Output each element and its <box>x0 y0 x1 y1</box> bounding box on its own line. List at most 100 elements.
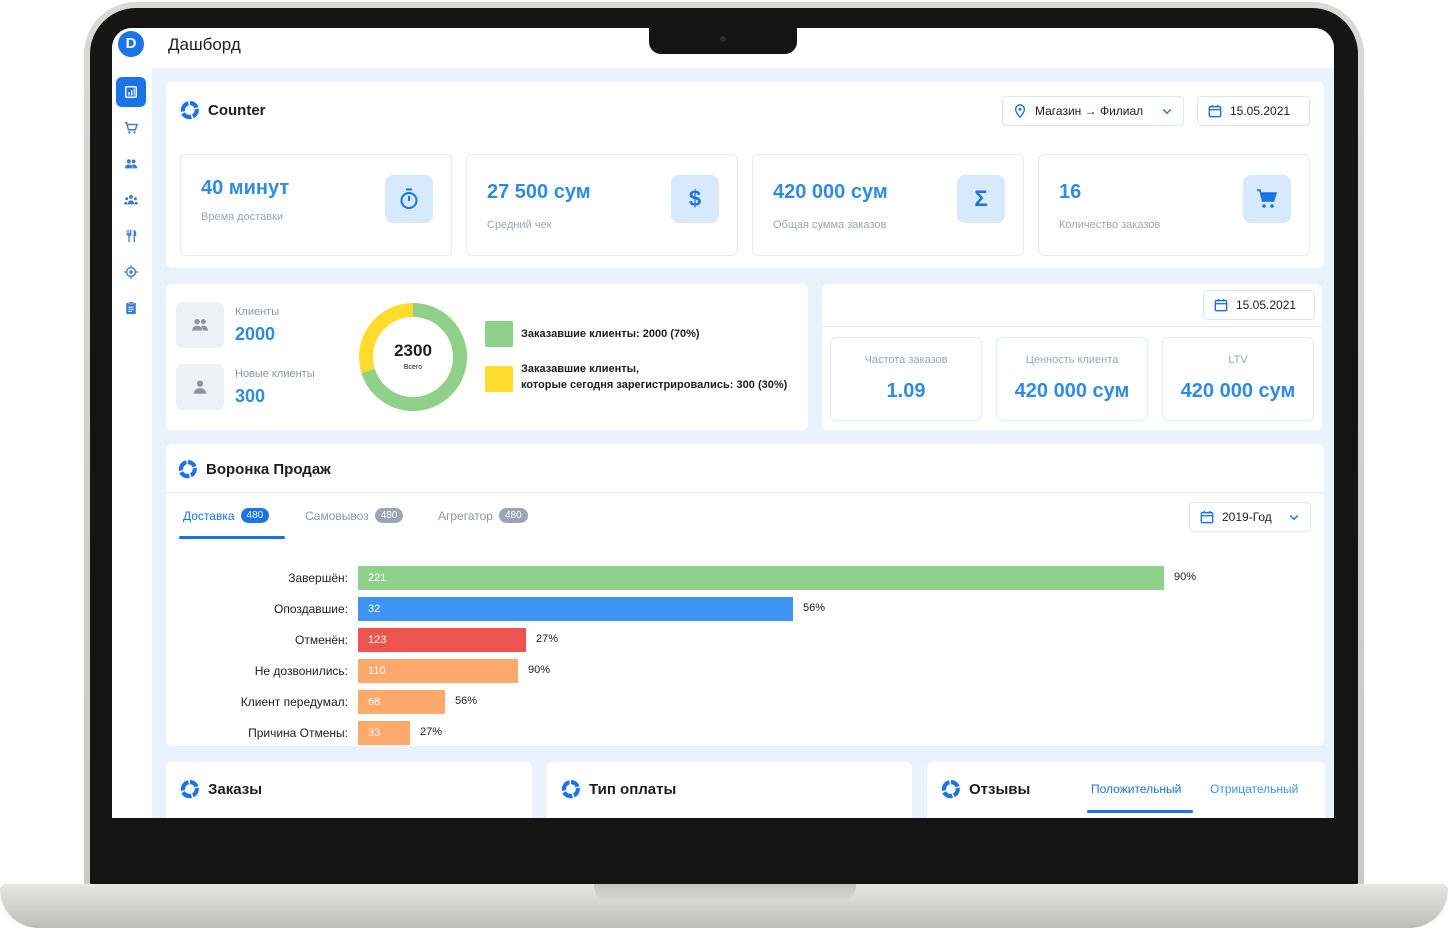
camera-notch <box>649 28 797 54</box>
orders-title: Заказы <box>180 779 262 799</box>
funnel-bar[interactable]: 68 <box>358 690 445 714</box>
sidebar-item-menu[interactable] <box>116 221 146 251</box>
clients-label: Клиенты <box>235 306 280 318</box>
legend-new-text-line1: Заказавшие клиенты, <box>521 363 640 375</box>
chevron-down-icon <box>1162 108 1172 115</box>
funnel-category-label: Не дозвонились: <box>254 664 348 678</box>
reviews-title-text: Отзывы <box>969 780 1031 798</box>
app-logo[interactable]: D <box>118 31 144 57</box>
payment-title: Тип оплаты <box>561 779 676 799</box>
laptop-base-groove <box>594 884 856 902</box>
stat-value: 27 500 сум <box>487 181 591 203</box>
clients-value: 2000 <box>235 324 276 344</box>
map-pin-icon <box>1014 104 1026 118</box>
metrics-card: 15.05.2021 Частота заказов 1.09 Ценность… <box>822 284 1322 430</box>
sidebar-item-staff[interactable] <box>116 185 146 215</box>
payment-type-card: Тип оплаты <box>547 762 912 818</box>
sidebar-item-reports[interactable] <box>116 293 146 323</box>
stat-label: Общая сумма заказов <box>773 219 887 231</box>
funnel-bar[interactable]: 221 <box>358 566 1164 590</box>
metrics-date-value: 15.05.2021 <box>1236 298 1297 312</box>
screen: D Дашборд Counter Магазин → Филиал 15.05… <box>112 28 1334 818</box>
funnel-percent-label: 90% <box>528 664 551 676</box>
metric-client-value: Ценность клиента 420 000 сум <box>996 337 1148 421</box>
funnel-bar-chart: Завершён: 221 90% Опоздавшие: 32 56% Отменён: 1… <box>166 444 1324 746</box>
reviews-title: Отзывы <box>941 779 1030 799</box>
payment-title-text: Тип оплаты <box>589 780 677 798</box>
clipboard-icon <box>126 301 136 315</box>
camera-icon <box>720 36 726 42</box>
reviews-card: Отзывы Положительный Отрицательный <box>927 762 1325 818</box>
counter-title: Counter <box>180 100 266 120</box>
tab-negative[interactable]: Отрицательный <box>1210 782 1298 796</box>
funnel-bar[interactable]: 123 <box>358 628 526 652</box>
clients-card: Клиенты 2000 Новые клиенты 300 2300 Всег… <box>166 284 808 430</box>
funnel-percent-label: 90% <box>1174 571 1197 583</box>
metric-label: Ценность клиента <box>1025 354 1119 366</box>
metric-label: LTV <box>1228 354 1248 366</box>
funnel-percent-label: 56% <box>803 602 826 614</box>
metric-order-frequency: Частота заказов 1.09 <box>830 337 982 421</box>
cart-icon <box>124 122 138 134</box>
stat-label: Средний чек <box>487 219 552 231</box>
sidebar-item-clients[interactable] <box>116 149 146 179</box>
funnel-category-label: Отменён: <box>294 633 348 647</box>
stat-value: 420 000 сум <box>773 181 888 203</box>
sidebar <box>112 68 152 818</box>
stopwatch-icon <box>385 175 433 223</box>
legend-new-text-line2: которые сегодня зарегистрировались: 300 … <box>521 379 788 391</box>
donut-caption: Всего <box>404 364 422 371</box>
funnel-percent-label: 27% <box>420 726 443 738</box>
metrics-divider <box>822 326 1322 327</box>
sidebar-item-dashboard[interactable] <box>116 77 146 107</box>
legend-swatch-ordered <box>485 321 513 347</box>
group-icon <box>124 195 138 205</box>
sales-funnel-card: Воронка Продаж Доставка 480 Самовывоз 48… <box>166 444 1324 746</box>
funnel-bar[interactable]: 32 <box>358 597 793 621</box>
orders-card: Заказы <box>166 762 532 818</box>
stat-delivery-time: 40 минут Время доставки <box>180 154 452 256</box>
stat-label: Количество заказов <box>1059 219 1161 231</box>
sidebar-item-orders[interactable] <box>116 113 146 143</box>
location-target-icon <box>124 265 138 279</box>
counter-date-value: 15.05.2021 <box>1230 104 1291 118</box>
metric-value: 1.09 <box>886 380 926 402</box>
funnel-bar[interactable]: 33 <box>358 721 410 745</box>
metric-value: 420 000 сум <box>1180 380 1296 402</box>
stat-orders-count: 16 Количество заказов <box>1038 154 1310 256</box>
reviews-active-tab-indicator <box>1087 810 1193 813</box>
funnel-category-label: Клиент передумал: <box>240 695 348 709</box>
metric-value: 420 000 сум <box>1014 380 1130 402</box>
metrics-date-picker[interactable]: 15.05.2021 <box>1203 290 1315 320</box>
stat-average-check: 27 500 сум Средний чек $ <box>466 154 738 256</box>
clients-donut-chart: 2300 Всего <box>359 303 467 411</box>
sigma-icon: Σ <box>957 175 1005 223</box>
donut-total: 2300 <box>394 341 432 360</box>
stat-value: 40 минут <box>201 177 290 199</box>
counter-card: Counter Магазин → Филиал 15.05.2021 40 м… <box>166 82 1324 268</box>
location-filter-dropdown[interactable]: Магазин → Филиал <box>1002 96 1184 126</box>
funnel-percent-label: 27% <box>536 633 559 645</box>
dollar-icon: $ <box>671 175 719 223</box>
new-clients-value: 300 <box>235 386 266 406</box>
legend-swatch-new <box>485 366 513 392</box>
page-title: Дашборд <box>168 35 241 54</box>
brand-logo-icon <box>941 780 960 799</box>
brand-logo-icon <box>180 100 199 120</box>
new-clients-label: Новые клиенты <box>235 368 315 380</box>
calendar-icon <box>1208 104 1222 118</box>
user-icon <box>176 364 224 410</box>
location-filter-value: Магазин → Филиал <box>1035 104 1144 118</box>
orders-title-text: Заказы <box>208 780 263 798</box>
metric-ltv: LTV 420 000 сум <box>1162 337 1314 421</box>
counter-date-picker[interactable]: 15.05.2021 <box>1197 96 1310 126</box>
brand-logo-icon <box>180 780 199 799</box>
counter-title-text: Counter <box>208 101 266 119</box>
tab-positive[interactable]: Положительный <box>1091 782 1181 796</box>
stat-value: 16 <box>1059 181 1082 203</box>
sidebar-item-locations[interactable] <box>116 257 146 287</box>
metric-label: Частота заказов <box>864 354 948 366</box>
funnel-bar[interactable]: 110 <box>358 659 518 683</box>
legend-ordered-text: Заказавшие клиенты: 2000 (70%) <box>521 328 700 340</box>
calendar-icon <box>1214 298 1228 312</box>
